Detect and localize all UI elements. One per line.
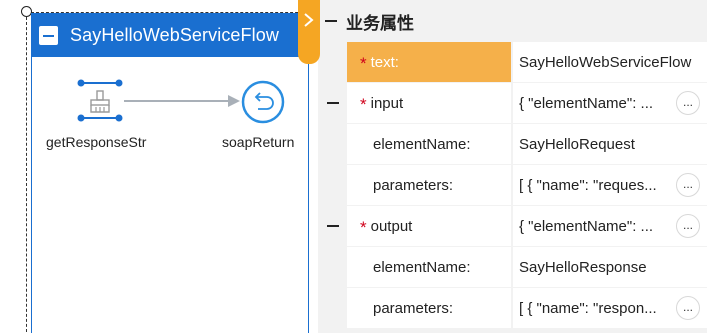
property-value: SayHelloRequest: [519, 135, 635, 153]
property-value: SayHelloResponse: [519, 258, 647, 276]
property-key-label: input: [370, 94, 404, 112]
property-key-label: parameters:: [373, 176, 454, 194]
property-value: SayHelloWebServiceFlow: [519, 53, 692, 71]
chevron-right-icon[interactable]: [302, 12, 316, 28]
required-marker: *: [360, 54, 367, 73]
property-key: elementName:: [347, 247, 511, 287]
required-marker: *: [360, 95, 367, 114]
property-row-output-parameters[interactable]: parameters: [ { "name": "respon... ...: [318, 288, 707, 328]
flow-header[interactable]: SayHelloWebServiceFlow: [31, 13, 309, 57]
collapse-icon[interactable]: [39, 25, 58, 45]
property-key: * text:: [347, 42, 511, 82]
property-key: parameters:: [347, 165, 511, 205]
property-key-label: output: [370, 217, 413, 235]
required-marker: *: [360, 218, 367, 237]
property-row-input-elementname[interactable]: elementName: SayHelloRequest: [318, 124, 707, 164]
property-value-field[interactable]: SayHelloWebServiceFlow: [513, 42, 707, 82]
property-key-label: elementName:: [373, 258, 471, 276]
property-key: elementName:: [347, 124, 511, 164]
properties-panel: 业务属性 * text: SayHelloWebServiceFlow * in…: [318, 0, 707, 333]
more-icon[interactable]: ...: [676, 296, 700, 320]
property-row-input-parameters[interactable]: parameters: [ { "name": "reques... ...: [318, 165, 707, 205]
property-value: [ { "name": "reques...: [519, 176, 657, 194]
node-label-soapreturn: soapReturn: [222, 134, 295, 150]
property-value-field[interactable]: { "elementName": ... ...: [513, 83, 707, 123]
property-key-label: elementName:: [373, 135, 471, 153]
property-key: parameters:: [347, 288, 511, 328]
property-key-label: text:: [370, 53, 399, 71]
more-icon[interactable]: ...: [676, 91, 700, 115]
broom-task-icon[interactable]: [77, 78, 123, 124]
property-value-field[interactable]: [ { "name": "respon... ...: [513, 288, 707, 328]
node-label-getresponsestr: getResponseStr: [46, 134, 147, 150]
property-value-field[interactable]: [ { "name": "reques... ...: [513, 165, 707, 205]
property-value-field[interactable]: { "elementName": ... ...: [513, 206, 707, 246]
property-key: * input: [347, 83, 511, 123]
property-value: { "elementName": ...: [519, 94, 654, 112]
property-value-field[interactable]: SayHelloResponse: [513, 247, 707, 287]
properties-title: 业务属性: [346, 13, 414, 33]
more-icon[interactable]: ...: [676, 214, 700, 238]
property-row-output[interactable]: * output { "elementName": ... ...: [318, 206, 707, 246]
property-key: * output: [347, 206, 511, 246]
property-row-output-elementname[interactable]: elementName: SayHelloResponse: [318, 247, 707, 287]
collapse-minus-icon[interactable]: [326, 219, 340, 233]
panel-toggle-tab[interactable]: [298, 0, 320, 64]
property-value-field[interactable]: SayHelloRequest: [513, 124, 707, 164]
return-icon[interactable]: [240, 79, 286, 125]
property-row-input[interactable]: * input { "elementName": ... ...: [318, 83, 707, 123]
property-row-text[interactable]: * text: SayHelloWebServiceFlow: [318, 42, 707, 82]
property-value: { "elementName": ...: [519, 217, 654, 235]
property-value: [ { "name": "respon...: [519, 299, 657, 317]
collapse-minus-icon[interactable]: [324, 14, 338, 28]
properties-header[interactable]: 业务属性: [318, 0, 707, 42]
flow-canvas[interactable]: SayHelloWebServiceFlow getResponseStr so…: [0, 0, 318, 333]
collapse-minus-icon[interactable]: [326, 96, 340, 110]
selection-outline: [26, 12, 318, 333]
flow-connector-arrow[interactable]: [124, 91, 242, 111]
more-icon[interactable]: ...: [676, 173, 700, 197]
property-key-label: parameters:: [373, 299, 454, 317]
flow-title: SayHelloWebServiceFlow: [70, 24, 279, 45]
